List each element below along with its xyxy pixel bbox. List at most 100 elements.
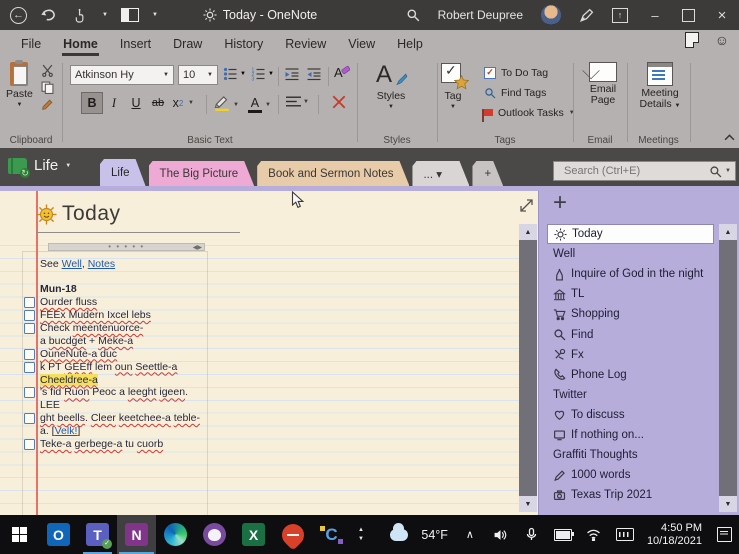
search-scope-dropdown[interactable]: ▼ xyxy=(725,168,731,174)
todo-checkbox[interactable] xyxy=(24,439,35,450)
numbering-button[interactable]: 123▼ xyxy=(251,67,274,81)
search-box-icon[interactable] xyxy=(709,165,722,178)
canvas-scrollbar[interactable]: ▲ ▼ xyxy=(519,224,537,512)
todo-tag-button[interactable]: ✓ To Do Tag xyxy=(484,64,575,81)
note-line[interactable]: Check meentenuorce- xyxy=(40,322,210,335)
page-list-item-tl[interactable]: TL xyxy=(539,284,719,304)
clear-formatting-button[interactable]: A xyxy=(334,65,350,80)
ribbon-tab-history[interactable]: History xyxy=(215,30,272,57)
todo-checkbox[interactable] xyxy=(24,413,35,424)
ribbon-tab-file[interactable]: File xyxy=(12,30,50,57)
taskbar-capture[interactable]: C xyxy=(312,515,351,554)
taskbar-edge[interactable] xyxy=(156,515,195,554)
note-line[interactable]: See Well, Notes xyxy=(40,258,210,271)
microphone-icon[interactable] xyxy=(523,526,541,544)
smiley-feedback-icon[interactable]: ☺ xyxy=(715,32,729,48)
taskbar-teams[interactable]: T ✓ xyxy=(78,515,117,554)
meeting-details-button[interactable]: MeetingDetails ▼ xyxy=(632,62,688,110)
todo-checkbox[interactable] xyxy=(24,323,35,334)
note-line[interactable]: Teke-a gerbege-a tu cuorb xyxy=(40,438,210,451)
font-size-select[interactable]: 10▼ xyxy=(178,65,218,85)
page-list-item-texas-trip-2021[interactable]: Texas Trip 2021 xyxy=(539,485,719,505)
increase-indent-button[interactable] xyxy=(306,67,322,86)
avatar[interactable] xyxy=(541,5,561,25)
page-list-item-well[interactable]: Well xyxy=(539,244,719,264)
note-line[interactable]: OuneNute-a duc xyxy=(40,348,210,361)
page-list-item-phone-log[interactable]: Phone Log xyxy=(539,365,719,385)
notebook-dropdown[interactable]: Life ▼ xyxy=(8,157,71,174)
page-list-item-find[interactable]: Find xyxy=(539,324,719,344)
page-list-item-to-discuss[interactable]: To discuss xyxy=(539,405,719,425)
page-list-item-graffiti-thoughts[interactable]: Graffiti Thoughts xyxy=(539,445,719,465)
minimize-button[interactable]: – xyxy=(646,6,664,24)
add-page-button[interactable]: + xyxy=(553,189,567,217)
note-link[interactable]: Notes xyxy=(88,258,115,270)
page-list-item-if-nothing-on-[interactable]: If nothing on... xyxy=(539,425,719,445)
note-line[interactable]: ght beells. Cleer keetchee-a teble- xyxy=(40,412,210,425)
search-input[interactable] xyxy=(562,164,709,178)
underline-button[interactable]: U xyxy=(126,93,146,113)
ribbon-tab-draw[interactable]: Draw xyxy=(164,30,211,57)
close-button[interactable]: × xyxy=(713,6,731,24)
ribbon-tab-view[interactable]: View xyxy=(339,30,384,57)
copy-button[interactable] xyxy=(38,80,56,95)
subscript-dropdown[interactable]: ▼ xyxy=(188,100,194,106)
weather-cloud-icon[interactable] xyxy=(390,526,408,544)
bullets-button[interactable]: ▼ xyxy=(223,67,246,81)
ribbon-tab-home[interactable]: Home xyxy=(54,30,107,57)
note-container-handle[interactable]: • • • • • ◀▶ xyxy=(48,243,205,251)
taskbar-outlook[interactable]: O xyxy=(39,515,78,554)
font-name-select[interactable]: Atkinson Hy▼ xyxy=(70,65,174,85)
page-list-scrollbar[interactable]: ▲ ▼ xyxy=(719,224,737,512)
search-icon[interactable] xyxy=(406,8,420,22)
outlook-tasks-button[interactable]: Outlook Tasks▼ xyxy=(484,104,575,121)
section-overflow-tab[interactable]: ... ▾ xyxy=(412,161,469,186)
note-line[interactable]: 's fid Ruon Peoc a leeght igeen. xyxy=(40,386,210,399)
touch-keyboard-icon[interactable] xyxy=(616,526,634,544)
styles-button[interactable]: A Styles▼ xyxy=(376,62,406,110)
note-line[interactable]: k PT GEEff lem oun Seettle-a xyxy=(40,361,210,374)
cut-button[interactable] xyxy=(38,63,56,78)
page-list-scroll-up[interactable]: ▲ xyxy=(719,224,737,240)
clock[interactable]: 4:50 PM 10/18/2021 xyxy=(647,522,702,548)
bold-button[interactable]: B xyxy=(82,93,102,113)
note-link[interactable]: Velk! xyxy=(55,425,78,437)
page-list-item-today[interactable]: Today xyxy=(547,224,714,244)
font-color-dropdown[interactable]: ▼ xyxy=(265,102,271,108)
font-color-button[interactable]: A xyxy=(247,97,263,113)
format-painter-button[interactable] xyxy=(38,97,56,112)
note-link[interactable]: Well xyxy=(62,258,82,270)
todo-checkbox[interactable] xyxy=(24,310,35,321)
page-canvas[interactable]: Today • • • • • ◀▶ See Well, NotesMun-18… xyxy=(0,191,538,515)
note-line[interactable]: a. [Velk!] xyxy=(40,425,210,438)
paragraph-alignment-button[interactable]: ▼ xyxy=(286,95,309,108)
note-resize-handle[interactable]: ◀▶ xyxy=(193,244,202,251)
italic-button[interactable]: I xyxy=(104,93,124,113)
canvas-scroll-up[interactable]: ▲ xyxy=(519,224,537,240)
highlighter-dropdown[interactable]: ▼ xyxy=(233,102,239,108)
battery-icon[interactable] xyxy=(554,526,572,544)
subscript-button[interactable]: x2 xyxy=(170,93,186,113)
share-icon[interactable]: ↑ xyxy=(612,8,628,23)
tag-button[interactable]: ✓ Tag▼ xyxy=(440,62,466,110)
section-tab-life[interactable]: Life xyxy=(100,159,146,186)
temperature-label[interactable]: 54°F xyxy=(421,528,448,542)
strikethrough-button[interactable]: ab xyxy=(148,93,168,113)
canvas-scroll-down[interactable]: ▼ xyxy=(519,496,537,512)
taskbar-overflow-arrows[interactable]: ▲▼ xyxy=(351,515,371,554)
wifi-icon[interactable] xyxy=(585,526,603,544)
taskbar-snip[interactable] xyxy=(273,515,312,554)
full-page-view-icon[interactable] xyxy=(517,196,536,215)
add-section-tab[interactable]: + xyxy=(472,161,503,186)
todo-checkbox[interactable] xyxy=(24,387,35,398)
delete-button[interactable] xyxy=(331,94,347,115)
ribbon-tab-review[interactable]: Review xyxy=(276,30,335,57)
note-line[interactable]: a bucdget + Meke-a xyxy=(40,335,210,348)
taskbar-excel[interactable]: X xyxy=(234,515,273,554)
account-name[interactable]: Robert Deupree xyxy=(438,8,523,22)
action-center-icon[interactable] xyxy=(715,526,733,544)
volume-icon[interactable] xyxy=(492,526,510,544)
send-feedback-icon[interactable] xyxy=(685,32,699,48)
page-list-item-shopping[interactable]: Shopping xyxy=(539,304,719,324)
section-tab-the-big-picture[interactable]: The Big Picture xyxy=(149,161,255,186)
